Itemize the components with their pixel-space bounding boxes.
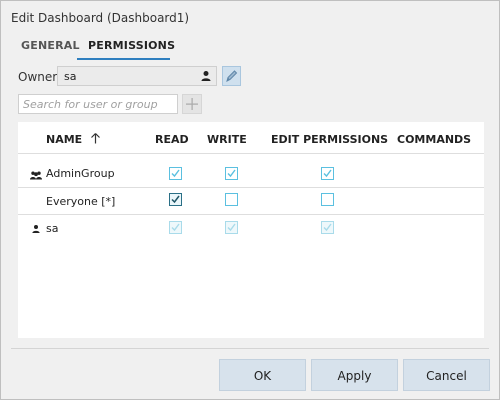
tab-general[interactable]: GENERAL <box>21 39 80 52</box>
row-divider <box>18 187 484 188</box>
column-header-label: NAME <box>46 133 83 146</box>
column-header-name[interactable]: NAME <box>46 133 100 147</box>
ok-button[interactable]: OK <box>219 359 306 391</box>
column-header-write[interactable]: WRITE <box>207 133 247 146</box>
owner-field: sa <box>57 66 217 86</box>
row-name: sa <box>46 222 59 235</box>
search-input[interactable] <box>18 94 178 114</box>
read-checkbox[interactable] <box>169 167 182 180</box>
write-checkbox[interactable] <box>225 193 238 206</box>
row-name: Everyone [*] <box>46 195 116 208</box>
footer-divider <box>11 348 489 349</box>
write-checkbox[interactable] <box>225 167 238 180</box>
read-checkbox <box>169 221 182 234</box>
dialog-title: Edit Dashboard (Dashboard1) <box>11 11 190 25</box>
row-divider <box>18 214 484 215</box>
edit-permissions-checkbox[interactable] <box>321 193 334 206</box>
user-icon <box>201 70 211 82</box>
apply-button[interactable]: Apply <box>311 359 398 391</box>
edit-permissions-checkbox[interactable] <box>321 167 334 180</box>
cancel-button[interactable]: Cancel <box>403 359 490 391</box>
edit-owner-button[interactable] <box>222 66 241 86</box>
edit-dashboard-dialog: Edit Dashboard (Dashboard1) GENERAL PERM… <box>0 0 500 400</box>
owner-label: Owner <box>18 70 58 84</box>
read-checkbox[interactable] <box>169 193 182 206</box>
write-checkbox <box>225 221 238 234</box>
column-header-commands[interactable]: COMMANDS <box>397 133 471 146</box>
active-tab-indicator <box>77 58 170 60</box>
header-divider <box>18 153 484 154</box>
permissions-grid: NAME READ WRITE EDIT PERMISSIONS COMMAND… <box>18 122 484 338</box>
column-header-read[interactable]: READ <box>155 133 189 146</box>
row-name: AdminGroup <box>46 167 115 180</box>
edit-permissions-checkbox <box>321 221 334 234</box>
add-user-button[interactable] <box>182 94 202 114</box>
group-icon <box>30 169 42 183</box>
arrow-up-icon <box>91 133 100 147</box>
user-icon <box>32 223 40 237</box>
owner-value: sa <box>64 70 77 83</box>
column-header-edit-permissions[interactable]: EDIT PERMISSIONS <box>271 133 388 146</box>
tab-permissions[interactable]: PERMISSIONS <box>88 39 175 52</box>
